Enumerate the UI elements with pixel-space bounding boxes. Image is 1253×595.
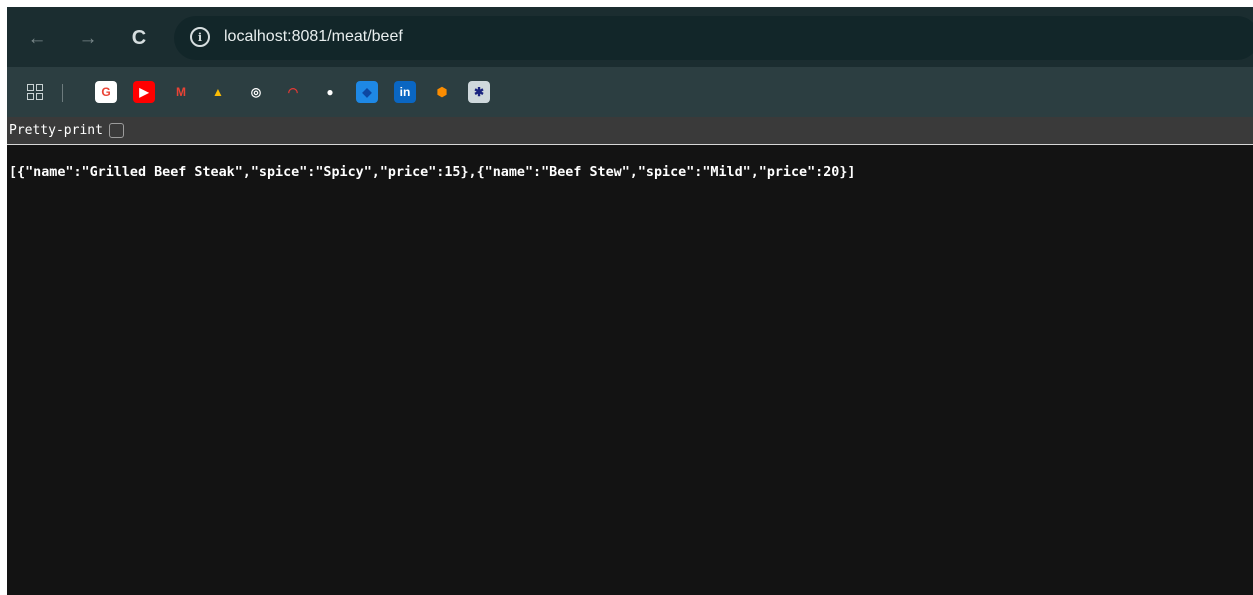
google-icon[interactable]: G [95, 81, 117, 103]
reload-icon[interactable]: C [125, 24, 153, 52]
browser-window: ← → C i localhost:8081/meat/beef G ▶ M ▲ ◎ ◠ ●… [7, 7, 1253, 595]
box-icon[interactable]: ⬢ [431, 81, 453, 103]
back-arrow-icon[interactable]: ← [23, 24, 51, 52]
linkedin-icon[interactable]: in [394, 81, 416, 103]
url-text[interactable]: localhost:8081/meat/beef [224, 28, 403, 46]
gmail-icon[interactable]: M [170, 81, 192, 103]
youtube-icon[interactable]: ▶ [133, 81, 155, 103]
pretty-print-label: Pretty-print [9, 123, 103, 138]
omnibox[interactable]: i localhost:8081/meat/beef [174, 16, 1253, 60]
bookmarks-bar: G ▶ M ▲ ◎ ◠ ● ◆ in ⬢ ✱ [7, 67, 1253, 117]
bookmarks-separator [62, 84, 63, 102]
address-bar-row: ← → C i localhost:8081/meat/beef [7, 7, 1253, 67]
google-drive-icon[interactable]: ▲ [207, 81, 229, 103]
speedometer-icon[interactable]: ◠ [282, 81, 304, 103]
openai-icon[interactable]: ◎ [245, 81, 267, 103]
apps-grid-icon[interactable] [27, 84, 43, 100]
json-response-text: [{"name":"Grilled Beef Steak","spice":"S… [9, 165, 856, 180]
pretty-print-bar: Pretty-print [7, 117, 1253, 145]
info-icon[interactable]: i [190, 27, 210, 47]
forward-arrow-icon[interactable]: → [74, 24, 102, 52]
shield-seal-icon[interactable]: ✱ [468, 81, 490, 103]
circle-app-icon[interactable]: ◆ [356, 81, 378, 103]
pretty-print-checkbox[interactable] [108, 123, 124, 138]
github-icon[interactable]: ● [319, 81, 341, 103]
